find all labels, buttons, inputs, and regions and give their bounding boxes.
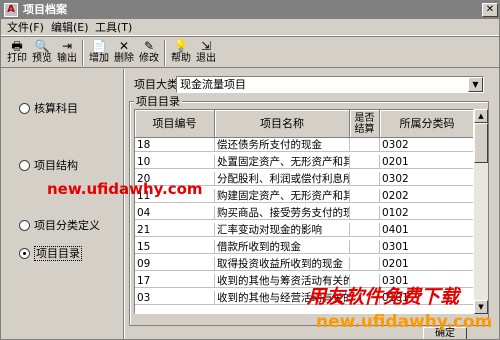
table-row[interactable]: 18 偿还债务所支付的现金 0302 bbox=[135, 138, 473, 152]
cell-category-code: 0401 bbox=[380, 223, 473, 237]
radio-indicator[interactable] bbox=[19, 220, 30, 231]
radio-label: 项目目录 bbox=[34, 246, 82, 261]
edit-label: 修改 bbox=[139, 53, 159, 64]
preview-icon: 🔍 bbox=[34, 39, 50, 53]
cell-settled bbox=[350, 223, 380, 237]
export-label: 输出 bbox=[57, 53, 77, 64]
delete-button[interactable]: ✕ 删除 bbox=[113, 38, 135, 68]
radio-label: 项目分类定义 bbox=[34, 219, 100, 232]
cell-settled bbox=[350, 240, 380, 254]
cell-code: 03 bbox=[135, 291, 215, 305]
column-header-settled[interactable]: 是否结算 bbox=[350, 110, 380, 138]
project-category-label: 项目大类 bbox=[134, 78, 178, 91]
chevron-down-icon[interactable]: ▼ bbox=[468, 77, 483, 92]
menu-bar: 文件(F) 编辑(E) 工具(T) bbox=[1, 19, 499, 36]
cell-name: 处置固定资产、无形资产和其他长期资产所收回的现金净额 bbox=[217, 155, 350, 169]
radio-label: 核算科目 bbox=[34, 102, 78, 115]
add-button[interactable]: 📄 增加 bbox=[88, 38, 110, 68]
watermark-brand: 用友软件免费下载 bbox=[307, 286, 460, 308]
menu-edit[interactable]: 编辑(E) bbox=[51, 21, 89, 34]
exit-icon: ⇲ bbox=[200, 39, 212, 53]
cell-name: 汇率变动对现金的影响 bbox=[215, 223, 350, 237]
cell-settled bbox=[350, 206, 380, 220]
cell-settled bbox=[350, 155, 380, 169]
close-button[interactable]: ✕ bbox=[482, 3, 498, 17]
add-icon: 📄 bbox=[91, 39, 107, 53]
cell-code: 04 bbox=[135, 206, 215, 220]
cell-settled bbox=[350, 189, 380, 203]
cell-code: 15 bbox=[135, 240, 215, 254]
radio-category-definition[interactable]: 项目分类定义 bbox=[19, 219, 100, 233]
cell-category-code: 0301 bbox=[380, 240, 473, 254]
table-row[interactable]: 21 汇率变动对现金的影响 0401 bbox=[135, 223, 473, 237]
printer-icon: 🖶 bbox=[11, 39, 23, 53]
cell-name: 偿还债务所支付的现金 bbox=[215, 138, 350, 152]
radio-indicator[interactable] bbox=[19, 248, 30, 259]
cell-category-code: 0202 bbox=[380, 189, 473, 203]
scroll-up-button[interactable]: ▲ bbox=[474, 109, 488, 123]
cell-category-code: 0102 bbox=[380, 206, 473, 220]
column-header-code[interactable]: 项目编号 bbox=[135, 110, 215, 138]
watermark-url-orange: new.ufidawhy.com bbox=[316, 312, 493, 332]
table-row[interactable]: 15 借款所收到的现金 0301 bbox=[135, 240, 473, 254]
radio-accounting-subject[interactable]: 核算科目 bbox=[19, 102, 78, 116]
title-bar[interactable]: A 项目档案 ✕ bbox=[1, 1, 499, 19]
cell-code: 17 bbox=[135, 274, 215, 288]
cell-name: 取得投资收益所收到的现金 bbox=[215, 257, 350, 271]
delete-icon: ✕ bbox=[118, 39, 130, 53]
watermark-url: new.ufidawhy.com bbox=[47, 180, 203, 198]
cell-name: 分配股利、利润或偿付利息所支付的现金 bbox=[217, 172, 350, 186]
edit-button[interactable]: ✎ 修改 bbox=[138, 38, 160, 68]
export-icon: ⇥ bbox=[61, 39, 73, 53]
exit-label: 退出 bbox=[196, 53, 216, 64]
cell-code: 09 bbox=[135, 257, 215, 271]
menu-file[interactable]: 文件(F) bbox=[7, 21, 44, 34]
print-button[interactable]: 🖶 打印 bbox=[6, 38, 28, 68]
panel-divider bbox=[123, 69, 125, 339]
vertical-scrollbar[interactable]: ▲ ▼ bbox=[474, 109, 488, 314]
cell-code: 21 bbox=[135, 223, 215, 237]
cell-category-code: 0201 bbox=[380, 155, 473, 169]
project-catalog-label: 项目目录 bbox=[134, 95, 182, 108]
cell-settled bbox=[350, 172, 380, 186]
window-title: 项目档案 bbox=[23, 3, 67, 16]
project-archive-window: A 项目档案 ✕ 文件(F) 编辑(E) 工具(T) 🖶 打印 🔍 预览 ⇥ 输… bbox=[0, 0, 500, 340]
cell-code: 18 bbox=[135, 138, 215, 152]
cell-settled bbox=[350, 257, 380, 271]
cell-category-code: 0302 bbox=[380, 172, 473, 186]
navigation-panel: 核算科目 项目结构 项目分类定义 项目目录 bbox=[1, 69, 123, 339]
radio-project-structure[interactable]: 项目结构 bbox=[19, 159, 78, 173]
project-category-select[interactable]: 现金流量项目 ▼ bbox=[176, 76, 484, 93]
table-row[interactable]: 04 购买商品、接受劳务支付的现金 0102 bbox=[135, 206, 473, 220]
menu-tools[interactable]: 工具(T) bbox=[95, 21, 132, 34]
app-icon: A bbox=[4, 3, 18, 17]
column-header-category-code[interactable]: 所属分类码 bbox=[380, 110, 473, 138]
cell-category-code: 0302 bbox=[380, 138, 473, 152]
radio-project-catalog[interactable]: 项目目录 bbox=[19, 246, 82, 261]
column-header-name[interactable]: 项目名称 bbox=[215, 110, 350, 138]
scroll-thumb[interactable] bbox=[474, 123, 488, 163]
project-catalog-table[interactable]: 项目编号 项目名称 是否结算 所属分类码 18 偿还债务所支付的现金 0302 10 处… bbox=[134, 109, 474, 314]
cell-code: 10 bbox=[135, 155, 215, 169]
help-button[interactable]: 💡 帮助 bbox=[170, 38, 192, 68]
project-category-value: 现金流量项目 bbox=[180, 78, 246, 91]
cell-name: 购买商品、接受劳务支付的现金 bbox=[217, 206, 350, 220]
exit-button[interactable]: ⇲ 退出 bbox=[195, 38, 217, 68]
table-row[interactable]: 09 取得投资收益所收到的现金 0201 bbox=[135, 257, 473, 271]
edit-icon: ✎ bbox=[143, 39, 155, 53]
radio-indicator[interactable] bbox=[19, 160, 30, 171]
export-button[interactable]: ⇥ 输出 bbox=[56, 38, 78, 68]
cell-settled bbox=[350, 138, 380, 152]
radio-label: 项目结构 bbox=[34, 159, 78, 172]
cell-name: 购建固定资产、无形资产和其他长期资产所支付的现金 bbox=[215, 189, 350, 203]
preview-button[interactable]: 🔍 预览 bbox=[31, 38, 53, 68]
cell-category-code: 0201 bbox=[380, 257, 473, 271]
radio-indicator[interactable] bbox=[19, 103, 30, 114]
help-icon: 💡 bbox=[173, 39, 189, 53]
cell-name: 借款所收到的现金 bbox=[215, 240, 350, 254]
table-row[interactable]: 10处置固定资产、无形资产和其他长期资产所收回的现金净额 0201 bbox=[135, 155, 473, 169]
toolbar: 🖶 打印 🔍 预览 ⇥ 输出 📄 增加 ✕ 删除 ✎ 修改 💡 帮助 ⇲ 退出 bbox=[1, 36, 499, 68]
